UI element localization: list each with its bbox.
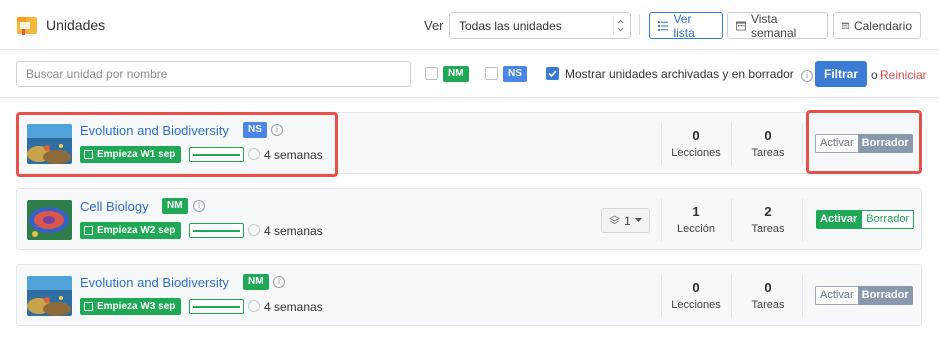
start-badge: Empieza W3 sep xyxy=(80,298,182,315)
duration-label: 4 semanas xyxy=(264,224,323,238)
ns-tag: NS xyxy=(503,66,527,82)
calendar-view-label: Calendario xyxy=(853,18,912,33)
check-icon xyxy=(548,70,557,78)
tasks-stat: 0 Tareas xyxy=(733,128,803,159)
lessons-count: 0 xyxy=(692,280,700,295)
start-badge: Empieza W2 sep xyxy=(80,222,182,239)
ns-checkbox[interactable] xyxy=(485,67,498,80)
tasks-label: Tareas xyxy=(751,299,785,311)
list-view-button[interactable]: Ver lista xyxy=(649,11,723,40)
info-icon[interactable]: i xyxy=(801,70,814,82)
stat-divider xyxy=(731,275,732,317)
filter-bar: NM NS Mostrar unidades archivadas y en b… xyxy=(0,51,939,98)
status-toggle[interactable]: Activar Borrador xyxy=(815,286,913,305)
calendar-icon xyxy=(84,226,93,235)
levels-count: 1 xyxy=(624,213,631,228)
calendar-icon xyxy=(842,22,849,29)
unit-thumbnail xyxy=(27,276,72,316)
tasks-count: 0 xyxy=(764,128,772,143)
lessons-stat: 1 Lección xyxy=(661,204,731,235)
stat-divider xyxy=(731,199,732,241)
tasks-label: Tareas xyxy=(751,223,785,235)
stat-divider xyxy=(802,123,803,165)
lessons-stat: 0 Lecciones xyxy=(661,280,731,311)
archived-label: Mostrar unidades archivadas y en borrado… xyxy=(565,67,814,82)
calendar-week-icon xyxy=(736,21,746,31)
start-label: Empieza W2 sep xyxy=(97,225,176,236)
unit-name[interactable]: Cell Biology xyxy=(80,199,149,214)
caret-down-icon xyxy=(634,218,642,222)
units-logo-icon xyxy=(17,17,37,35)
or-text: o xyxy=(871,68,878,82)
tasks-label: Tareas xyxy=(751,147,785,159)
clock-icon xyxy=(248,300,260,312)
weekly-view-button[interactable]: Vista semanal xyxy=(727,11,828,40)
calendar-icon xyxy=(84,302,93,311)
reset-link[interactable]: Reiniciar xyxy=(880,68,927,82)
unit-card[interactable]: Cell Biology NM i Empieza W2 sep 4 seman… xyxy=(16,188,922,250)
page-header: Unidades Ver Todas las unidades Ver list… xyxy=(0,0,939,50)
tasks-count: 2 xyxy=(764,204,772,219)
view-label: Ver xyxy=(424,18,444,33)
list-view-label: Ver lista xyxy=(673,11,695,40)
unit-thumbnail xyxy=(27,200,72,240)
select-chevron-icon xyxy=(613,16,624,35)
level-tag: NM xyxy=(243,274,269,290)
archived-label-text: Mostrar unidades archivadas y en borrado… xyxy=(565,67,794,81)
tasks-stat: 0 Tareas xyxy=(733,280,803,311)
calendar-view-button[interactable]: Calendario xyxy=(833,12,921,39)
lessons-stat: 0 Lecciones xyxy=(661,128,731,159)
duration-label: 4 semanas xyxy=(264,300,323,314)
stat-divider xyxy=(802,275,803,317)
stat-divider xyxy=(731,123,732,165)
unit-search-input[interactable] xyxy=(16,61,411,87)
nm-checkbox[interactable] xyxy=(425,67,438,80)
info-icon[interactable]: i xyxy=(193,200,205,212)
archived-checkbox[interactable] xyxy=(546,67,559,80)
layers-icon xyxy=(609,215,621,225)
lessons-count: 0 xyxy=(692,128,700,143)
info-icon[interactable]: i xyxy=(273,276,285,288)
lessons-label: Lección xyxy=(677,223,715,235)
page-title: Unidades xyxy=(46,17,106,33)
draft-button[interactable]: Borrador xyxy=(857,286,913,305)
highlight-status-toggle xyxy=(806,110,922,174)
nm-tag: NM xyxy=(443,66,469,82)
unit-name[interactable]: Evolution and Biodiversity xyxy=(80,275,229,290)
clock-icon xyxy=(248,224,260,236)
tasks-stat: 2 Tareas xyxy=(733,204,803,235)
start-label: Empieza W3 sep xyxy=(97,301,176,312)
draft-button[interactable]: Borrador xyxy=(861,210,915,229)
lessons-count: 1 xyxy=(692,204,700,219)
weekly-view-label: Vista semanal xyxy=(750,11,797,40)
unit-view-select-value: Todas las unidades xyxy=(459,19,562,33)
lessons-label: Lecciones xyxy=(671,147,721,159)
stat-divider xyxy=(802,199,803,241)
progress-bar xyxy=(189,299,244,314)
levels-dropdown[interactable]: 1 xyxy=(601,208,650,233)
highlight-unit-info xyxy=(16,112,338,177)
lessons-label: Lecciones xyxy=(671,299,721,311)
progress-bar xyxy=(189,223,244,238)
header-divider xyxy=(639,15,640,35)
activate-button[interactable]: Activar xyxy=(815,286,858,305)
activate-button[interactable]: Activar xyxy=(816,210,862,229)
tasks-count: 0 xyxy=(764,280,772,295)
level-tag: NM xyxy=(162,198,188,214)
unit-view-select[interactable]: Todas las unidades xyxy=(449,12,631,39)
list-icon xyxy=(658,20,669,31)
filter-button[interactable]: Filtrar xyxy=(815,61,867,87)
status-toggle[interactable]: Activar Borrador xyxy=(816,210,915,229)
unit-card[interactable]: Evolution and Biodiversity NM i Empieza … xyxy=(16,264,922,326)
